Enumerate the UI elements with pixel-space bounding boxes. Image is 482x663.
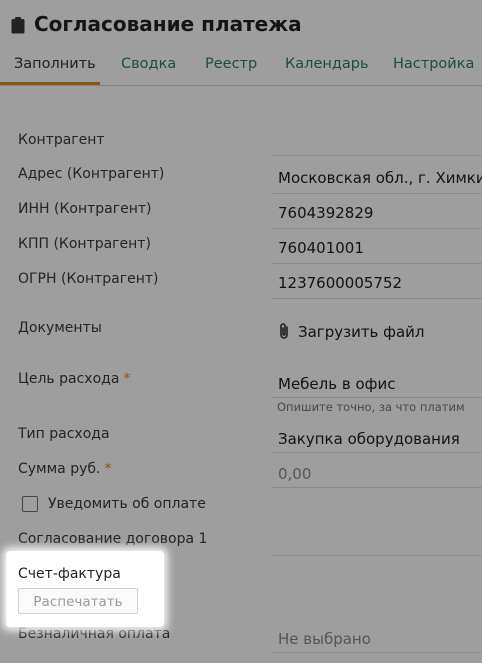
- print-button[interactable]: Распечатать: [18, 588, 138, 614]
- invoice-label: Счет-фактура: [18, 566, 121, 582]
